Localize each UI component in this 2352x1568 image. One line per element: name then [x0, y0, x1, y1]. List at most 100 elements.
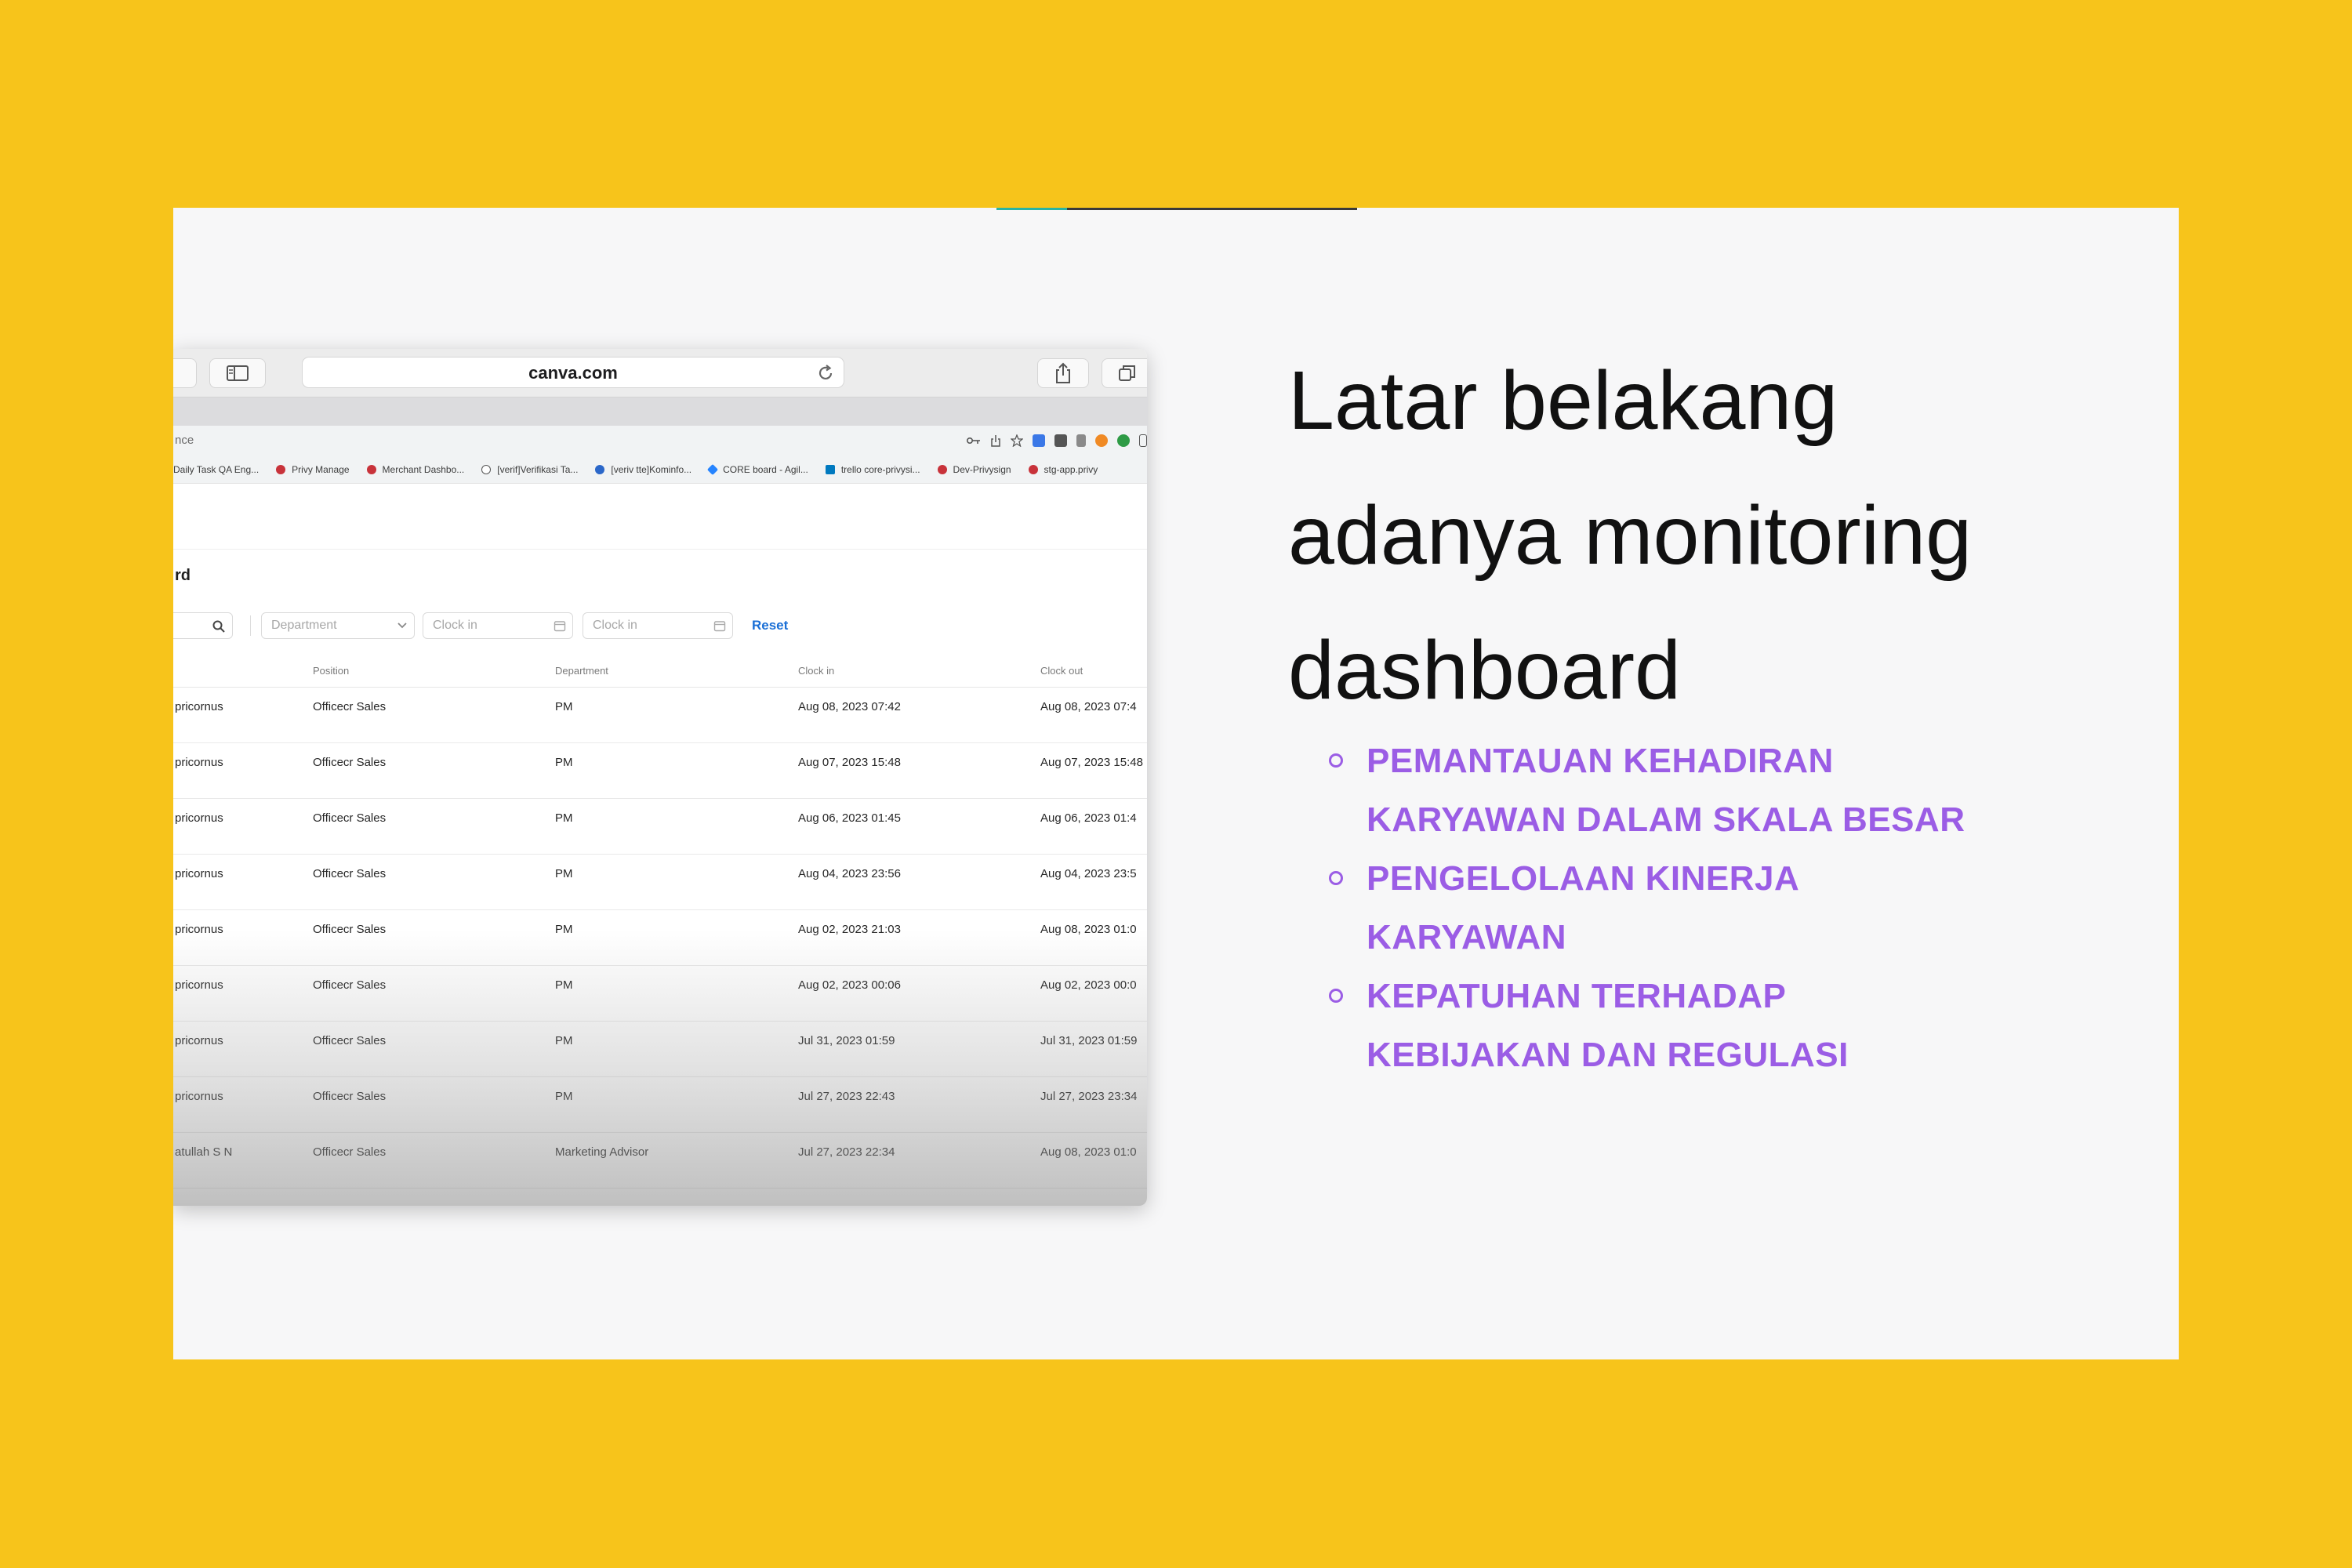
- cell-department: PM: [555, 978, 573, 992]
- sidebar-toggle-button[interactable]: [209, 358, 266, 388]
- bookmark-dev-privysign[interactable]: Dev-Privysign: [937, 464, 1011, 475]
- cell-clock-in: Aug 07, 2023 15:48: [798, 756, 901, 769]
- heading-line: Latar belakang: [1288, 354, 1838, 447]
- clock-in-end-field[interactable]: Clock in: [583, 612, 733, 639]
- cell-position: Officecr Sales: [313, 1090, 387, 1103]
- table-row[interactable]: pricornus Officecr Sales PM Aug 08, 2023 07…: [173, 688, 1147, 743]
- table-row[interactable]: pricornus Officecr Sales PM Jul 31, 2023 01…: [173, 1022, 1147, 1077]
- blue-diamond-icon: [707, 463, 719, 475]
- clock-in-start-field[interactable]: Clock in: [423, 612, 573, 639]
- bookmark-trello[interactable]: trello core-privysi...: [825, 464, 920, 475]
- bullet-line: PEMANTAUAN KEHADIRAN: [1367, 742, 1834, 780]
- attendance-table: Position Department Clock in Clock out p…: [173, 655, 1147, 1189]
- bookmark-label: Privy Manage: [292, 463, 350, 475]
- cell-clock-in: Jul 27, 2023 22:34: [798, 1145, 895, 1159]
- cell-name: pricornus: [175, 700, 223, 713]
- reset-button[interactable]: Reset: [752, 612, 788, 639]
- red-leaf-icon: [366, 464, 376, 474]
- cell-department: PM: [555, 811, 573, 825]
- bookmark-merchant-dashboard[interactable]: Merchant Dashbo...: [366, 463, 465, 475]
- table-row[interactable]: pricornus Officecr Sales PM Aug 07, 2023 15…: [173, 743, 1147, 799]
- cell-name: pricornus: [175, 811, 223, 825]
- safari-toolbar: canva.com: [173, 349, 1147, 397]
- share-button[interactable]: [1037, 358, 1089, 388]
- url-bar[interactable]: canva.com: [302, 357, 844, 388]
- calendar-icon: [713, 621, 726, 632]
- tabs-icon: [1119, 365, 1135, 381]
- cell-clock-in: Aug 02, 2023 21:03: [798, 923, 901, 936]
- bookmark-label: stg-app.privy: [1044, 463, 1098, 475]
- bookmark-label: CORE board - Agil...: [723, 463, 808, 475]
- column-header-position[interactable]: Position: [313, 655, 349, 688]
- cell-clock-out: Aug 06, 2023 01:4: [1040, 811, 1137, 825]
- cell-department: Marketing Advisor: [555, 1145, 649, 1159]
- reload-icon[interactable]: [815, 363, 836, 383]
- bookmark-label: Merchant Dashbo...: [382, 463, 465, 475]
- back-button[interactable]: [173, 358, 197, 388]
- document-extension-icon[interactable]: [1076, 434, 1086, 447]
- bullet-ring-icon: [1329, 753, 1343, 768]
- bullet-list: PEMANTAUAN KEHADIRAN KARYAWAN DALAM SKAL…: [1329, 731, 2151, 1084]
- address-bar[interactable]: nce: [173, 426, 1147, 456]
- table-header: Position Department Clock in Clock out: [173, 655, 1147, 688]
- orange-extension-icon[interactable]: [1095, 434, 1108, 447]
- bookmark-verifikasi[interactable]: [verif]Verifikasi Ta...: [481, 464, 578, 475]
- bookmark-kominfo[interactable]: [veriv tte]Kominfo...: [595, 464, 691, 475]
- slide-card: canva.com nce Daily Task QA Eng... Privy…: [173, 208, 2179, 1359]
- cell-clock-out: Aug 08, 2023 07:4: [1040, 700, 1137, 713]
- cell-clock-out: Aug 02, 2023 00:0: [1040, 978, 1137, 992]
- column-header-department[interactable]: Department: [555, 655, 608, 688]
- cell-department: PM: [555, 1034, 573, 1047]
- column-header-clock-in[interactable]: Clock in: [798, 655, 834, 688]
- table-row[interactable]: pricornus Officecr Sales PM Aug 02, 2023 21…: [173, 910, 1147, 966]
- column-header-clock-out[interactable]: Clock out: [1040, 655, 1083, 688]
- address-text: nce: [175, 434, 194, 447]
- search-input[interactable]: [173, 612, 233, 639]
- key-icon[interactable]: [967, 436, 981, 445]
- url-text: canva.com: [528, 363, 618, 383]
- top-accent-line: [996, 208, 1357, 210]
- cell-name: atullah S N: [175, 1145, 233, 1159]
- bookmark-core-board[interactable]: CORE board - Agil...: [707, 463, 808, 475]
- cell-clock-in: Aug 08, 2023 07:42: [798, 700, 901, 713]
- globe-icon: [481, 464, 492, 474]
- cell-clock-in: Aug 06, 2023 01:45: [798, 811, 901, 825]
- share-page-icon[interactable]: [990, 434, 1001, 447]
- red-leaf-icon: [937, 464, 947, 474]
- cell-position: Officecr Sales: [313, 700, 387, 713]
- table-row[interactable]: pricornus Officecr Sales PM Jul 27, 2023 22…: [173, 1077, 1147, 1133]
- table-row[interactable]: atullah S N Officecr Sales Marketing Advis…: [173, 1133, 1147, 1189]
- cell-department: PM: [555, 756, 573, 769]
- bullet-line: KARYAWAN DALAM SKALA BESAR: [1367, 800, 1965, 839]
- page-title: rd: [175, 567, 191, 584]
- extension-icons: [967, 426, 1147, 456]
- bookmark-privy-manage[interactable]: Privy Manage: [276, 463, 350, 475]
- cell-position: Officecr Sales: [313, 1145, 387, 1159]
- cell-department: PM: [555, 867, 573, 880]
- table-row[interactable]: pricornus Officecr Sales PM Aug 06, 2023 01…: [173, 799, 1147, 855]
- translate-extension-icon[interactable]: [1033, 434, 1045, 447]
- panel-extension-icon[interactable]: [1139, 434, 1147, 447]
- cell-name: pricornus: [175, 867, 223, 880]
- star-icon[interactable]: [1011, 434, 1023, 447]
- bookmark-label: [veriv tte]Kominfo...: [611, 463, 692, 475]
- heading-line: adanya monitoring: [1288, 489, 1973, 582]
- table-row[interactable]: pricornus Officecr Sales PM Aug 04, 2023 23…: [173, 855, 1147, 910]
- cell-position: Officecr Sales: [313, 1034, 387, 1047]
- cell-clock-in: Jul 27, 2023 22:43: [798, 1090, 895, 1103]
- bookmark-daily-task[interactable]: Daily Task QA Eng...: [173, 464, 259, 475]
- filter-divider: [250, 615, 251, 636]
- cell-position: Officecr Sales: [313, 978, 387, 992]
- qr-extension-icon[interactable]: [1054, 434, 1067, 447]
- green-extension-icon[interactable]: [1117, 434, 1130, 447]
- bookmark-stg-app[interactable]: stg-app.privy: [1028, 463, 1098, 475]
- cell-department: PM: [555, 700, 573, 713]
- bullet-item: KEPATUHAN TERHADAP KEBIJAKAN DAN REGULAS…: [1329, 967, 2151, 1084]
- table-row[interactable]: pricornus Officecr Sales PM Aug 02, 2023 00…: [173, 966, 1147, 1022]
- cell-clock-out: Aug 08, 2023 01:0: [1040, 1145, 1137, 1159]
- cell-name: pricornus: [175, 1034, 223, 1047]
- trello-icon: [825, 464, 835, 474]
- tabs-button[interactable]: [1102, 358, 1147, 388]
- department-select[interactable]: Department: [261, 612, 415, 639]
- cell-name: pricornus: [175, 1090, 223, 1103]
